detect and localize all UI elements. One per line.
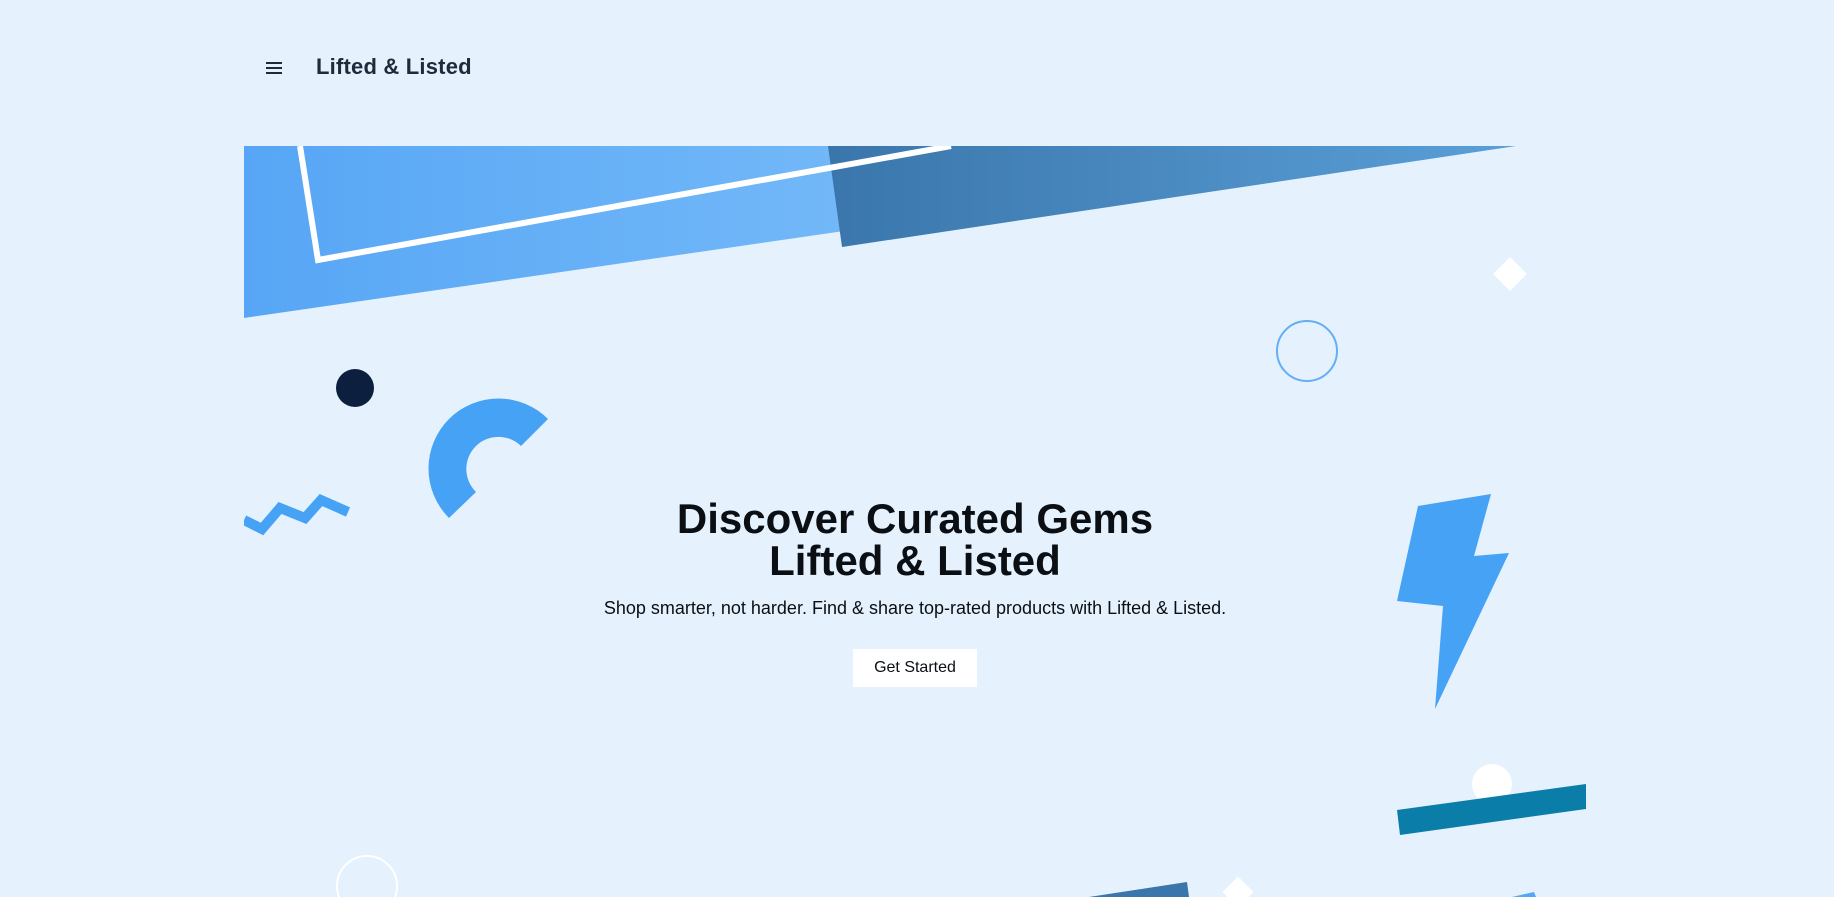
- hamburger-menu-icon[interactable]: [262, 56, 286, 80]
- bottom-light-stripe-shape: [1512, 892, 1536, 897]
- get-started-button[interactable]: Get Started: [853, 649, 977, 687]
- brand-logo[interactable]: Lifted & Listed: [316, 54, 472, 80]
- outline-circle-shape: [1276, 320, 1338, 382]
- steel-blue-wedge-shape: [828, 146, 1516, 247]
- light-blue-band-shape: [244, 146, 844, 318]
- hero-content: Discover Curated Gems Lifted & Listed Sh…: [244, 498, 1586, 687]
- site-header: Lifted & Listed: [0, 0, 1834, 140]
- hero-section: Discover Curated Gems Lifted & Listed Sh…: [244, 146, 1586, 897]
- hero-title: Discover Curated Gems Lifted & Listed: [244, 498, 1586, 582]
- hero-title-line-2: Lifted & Listed: [769, 537, 1061, 584]
- hero-title-line-1: Discover Curated Gems: [676, 495, 1154, 542]
- navy-dot-shape: [336, 369, 374, 407]
- hero-subtitle: Shop smarter, not harder. Find & share t…: [603, 598, 1227, 618]
- bottom-white-diamond-shape: [1222, 876, 1254, 897]
- white-diamond-shape: [1493, 257, 1527, 291]
- bottom-outline-circle-shape: [336, 855, 398, 897]
- bottom-steel-wedge-shape: [1089, 882, 1189, 897]
